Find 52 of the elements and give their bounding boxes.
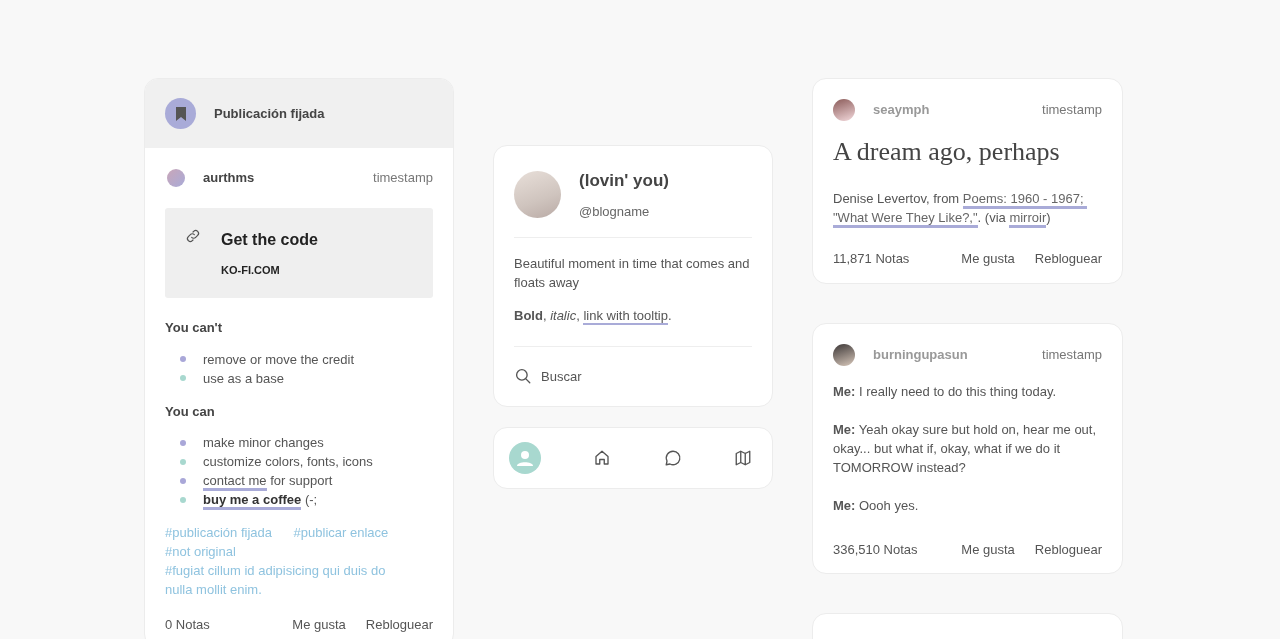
like-link[interactable]: Me gusta: [292, 615, 346, 635]
chat-line: Me: Yeah okay sure but hold on, hear me out, okay... but what if, okay, what if we do it TOMORROW instead?: [833, 420, 1098, 477]
link-icon[interactable]: [185, 227, 201, 244]
link-card[interactable]: Get the code KO-FI.COM: [165, 207, 433, 298]
list-link[interactable]: buy me a coffee: [203, 492, 302, 510]
notes-count[interactable]: 0 Notas: [165, 615, 210, 635]
post-text: Denise Levertov, from: [833, 191, 961, 207]
link-url: KO-FI.COM: [221, 262, 281, 278]
post-title: A dream ago, perhaps: [833, 136, 1061, 168]
avatar-photo[interactable]: [833, 99, 855, 121]
reblog-link[interactable]: Rebloguear: [1034, 249, 1102, 269]
source-link[interactable]: Poems: 1960 - 1967;: [962, 191, 1088, 210]
timestamp[interactable]: timestamp: [1042, 100, 1102, 120]
post-text: . (via: [977, 210, 1007, 226]
list-item-text: customize colors, fonts, icons: [203, 453, 373, 471]
username[interactable]: aurthms: [203, 168, 255, 188]
post-text: ): [1046, 210, 1051, 226]
profile-photo: [514, 171, 561, 218]
tooltip-link[interactable]: link with tooltip: [583, 308, 668, 325]
section-heading: You can't: [165, 319, 224, 337]
blog-handle: @blogname: [579, 202, 651, 221]
blog-description: Beautiful moment in time that comes and floats away: [514, 255, 751, 292]
map-icon[interactable]: [734, 449, 752, 467]
chat-line: Me: I really need to do this thing today.: [833, 382, 1058, 401]
search-field[interactable]: Buscar: [514, 366, 752, 386]
source-link[interactable]: "What Were They Like?,": [833, 210, 978, 229]
source-link[interactable]: mirroir: [1009, 210, 1047, 229]
notes-count[interactable]: 336,510 Notas: [833, 539, 918, 560]
reblog-link[interactable]: Rebloguear: [1034, 539, 1102, 560]
timestamp[interactable]: timestamp: [1042, 344, 1102, 365]
list-item-text: contact me for support: [203, 471, 333, 490]
home-icon[interactable]: [593, 449, 612, 467]
section-heading: You can: [165, 402, 216, 421]
list-item-text: use as a base: [203, 369, 284, 388]
link-title: Get the code: [221, 229, 318, 250]
list-link[interactable]: contact me: [203, 473, 267, 491]
reblog-link[interactable]: Rebloguear: [365, 615, 433, 635]
search-icon: [514, 367, 532, 386]
formatting-text: Bold, italic, link with tooltip.: [514, 307, 673, 326]
blog-title: (lovin' you): [579, 170, 669, 192]
speech-bubble-icon[interactable]: [663, 449, 682, 467]
list-item-text: make minor changes: [203, 434, 324, 452]
like-link[interactable]: Me gusta: [961, 539, 1015, 560]
bookmark-icon: [165, 98, 196, 129]
list-item-text: remove or move the credit: [203, 350, 354, 369]
like-link[interactable]: Me gusta: [961, 249, 1015, 269]
avatar-photo[interactable]: [833, 343, 855, 366]
timestamp[interactable]: timestamp: [373, 168, 433, 188]
pinned-label: Publicación fijada: [214, 104, 325, 123]
list-item-text: buy me a coffee (-;: [203, 490, 318, 509]
notes-count[interactable]: 11,871 Notas: [833, 249, 910, 269]
chat-line: Me: Oooh yes.: [833, 496, 920, 515]
